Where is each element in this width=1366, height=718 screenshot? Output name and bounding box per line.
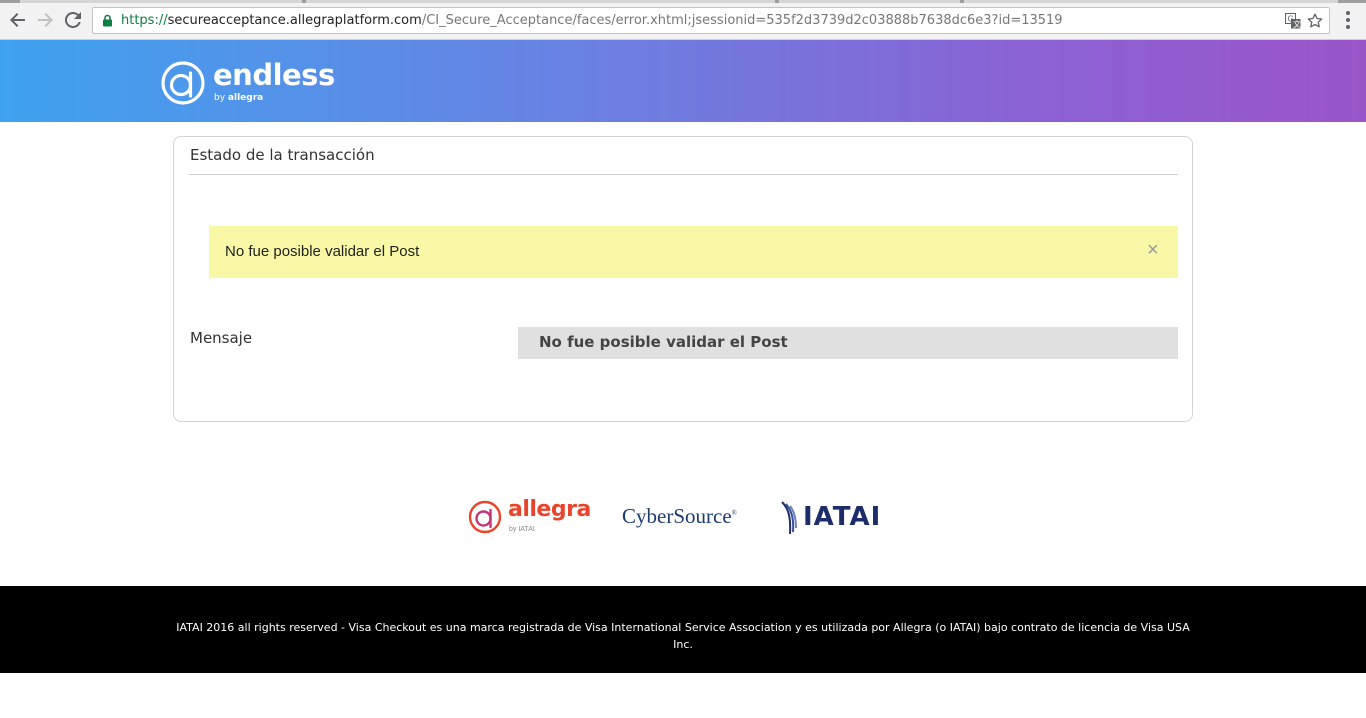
back-button[interactable] <box>7 9 29 31</box>
arrow-left-icon <box>10 13 25 27</box>
close-icon[interactable]: × <box>1147 240 1159 260</box>
brand-by-line: by allegra <box>214 93 263 103</box>
tab-edge <box>0 0 20 3</box>
allegra-mark-icon <box>468 500 502 534</box>
iatai-wing-icon <box>781 501 797 535</box>
endless-mark-icon <box>161 61 205 105</box>
allegra-by: by IATAI <box>509 526 535 533</box>
bookmark-button[interactable] <box>1306 12 1324 30</box>
star-icon <box>1307 13 1323 28</box>
tab-edge <box>302 0 306 3</box>
reload-button[interactable] <box>62 9 84 31</box>
site-footer: IATAI 2016 all rights reserved - Visa Ch… <box>0 586 1366 673</box>
registered-mark: ® <box>731 509 737 517</box>
endless-logo[interactable]: endless by allegra <box>160 58 340 108</box>
url-path: /CI_Secure_Acceptance/faces/error.xhtml;… <box>421 13 1063 28</box>
site-header: endless by allegra <box>0 40 1366 122</box>
tab-edge <box>960 0 964 3</box>
allegra-logo: allegra by IATAI <box>468 497 593 538</box>
url-scheme: https:// <box>121 13 168 28</box>
translate-button[interactable]: G文 <box>1284 12 1302 30</box>
iatai-logo: IATAI <box>780 500 896 536</box>
translate-icon: G文 <box>1285 13 1301 29</box>
reload-icon <box>65 12 81 28</box>
alert-message: No fue posible validar el Post <box>225 243 420 260</box>
cybersource-logo: CyberSource® <box>622 504 737 529</box>
message-label: Mensaje <box>190 329 253 347</box>
brand-by-name: allegra <box>227 93 264 103</box>
iatai-name: IATAI <box>803 502 882 532</box>
svg-text:文: 文 <box>1293 19 1301 29</box>
tab-edge <box>1338 0 1366 3</box>
url-text: https://secureacceptance.allegraplatform… <box>121 13 1063 28</box>
transaction-status-card: Estado de la transacción No fue posible … <box>173 136 1193 422</box>
message-value-box: No fue posible validar el Post <box>518 327 1178 359</box>
arrow-right-icon <box>38 13 53 27</box>
card-divider <box>189 174 1178 175</box>
card-title: Estado de la transacción <box>190 146 375 164</box>
brand-name: endless <box>213 58 335 92</box>
lock-icon <box>103 14 112 27</box>
tab-strip <box>0 0 1366 3</box>
brand-by-prefix: by <box>214 93 228 103</box>
footer-copyright: IATAI 2016 all rights reserved - Visa Ch… <box>176 621 1190 651</box>
partner-logos: allegra by IATAI CyberSource® IATAI <box>468 497 898 539</box>
url-host: secureacceptance.allegraplatform.com <box>167 13 422 28</box>
address-bar[interactable]: https://secureacceptance.allegraplatform… <box>92 7 1330 34</box>
message-value: No fue posible validar el Post <box>539 333 788 351</box>
kebab-menu-icon[interactable] <box>1340 9 1356 31</box>
tab-edge <box>775 0 779 3</box>
allegra-name: allegra <box>508 497 591 522</box>
forward-button[interactable] <box>34 9 56 31</box>
cybersource-name: CyberSource <box>622 504 732 528</box>
browser-toolbar: https://secureacceptance.allegraplatform… <box>0 0 1366 40</box>
warning-alert: No fue posible validar el Post × <box>209 226 1178 278</box>
